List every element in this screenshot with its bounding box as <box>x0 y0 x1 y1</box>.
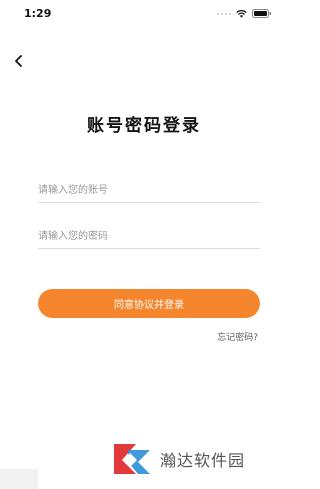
watermark-logo-icon <box>114 444 150 474</box>
status-icons <box>217 9 272 18</box>
status-bar: 1:29 <box>0 0 288 24</box>
watermark-text: 瀚达软件园 <box>160 451 246 470</box>
wifi-icon <box>236 9 247 18</box>
page-title: 账号密码登录 <box>87 116 201 136</box>
chevron-left-icon <box>15 55 22 67</box>
account-field[interactable] <box>38 178 260 203</box>
forgot-password-link[interactable]: 忘记密码? <box>217 330 258 343</box>
back-button[interactable] <box>12 53 26 67</box>
password-input[interactable] <box>38 224 260 249</box>
watermark: 瀚达软件园 <box>110 440 245 478</box>
account-input[interactable] <box>38 178 260 203</box>
corner-overlay <box>0 469 38 489</box>
status-time: 1:29 <box>24 7 52 20</box>
signal-dots-icon <box>217 12 231 15</box>
battery-icon <box>252 9 272 18</box>
agree-and-login-button[interactable]: 同意协议并登录 <box>38 289 260 318</box>
password-field[interactable] <box>38 224 260 249</box>
